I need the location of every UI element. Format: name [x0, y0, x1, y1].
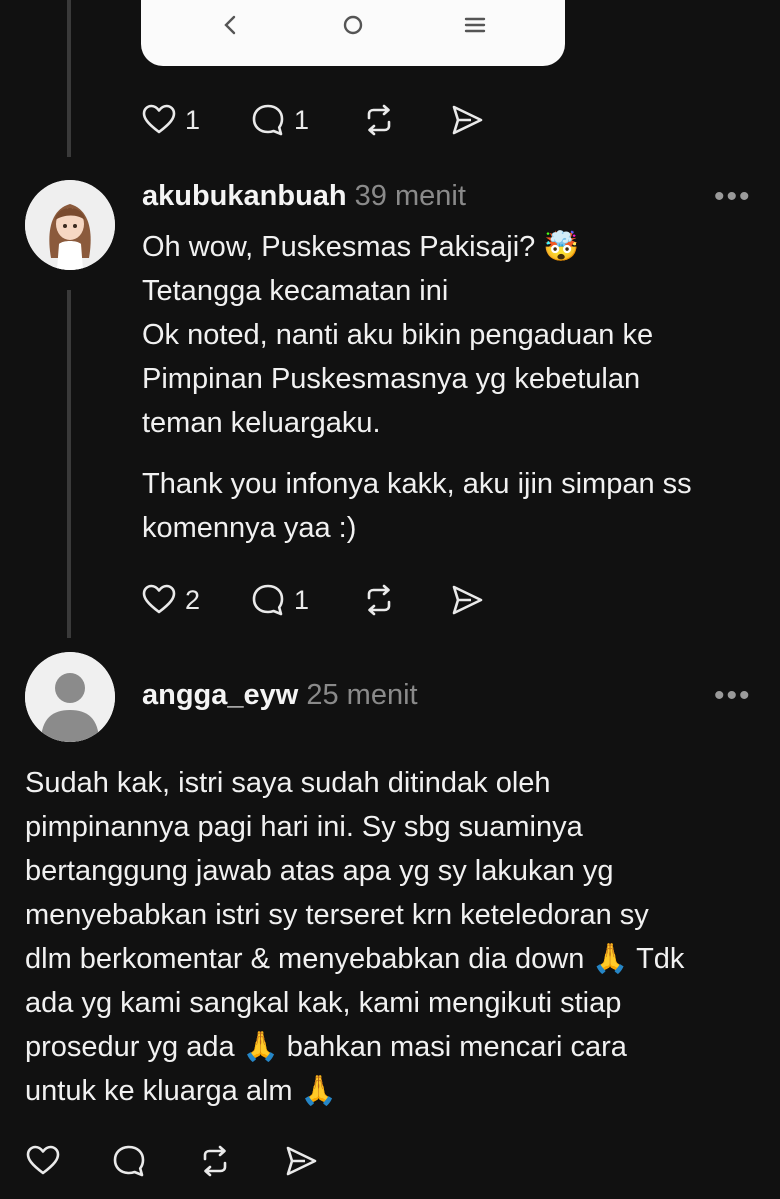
avatar[interactable]	[25, 180, 115, 270]
reply-count: 1	[294, 104, 310, 135]
action-bar: 1 1	[141, 102, 485, 138]
repost-icon	[203, 1145, 227, 1177]
embedded-screenshot[interactable]	[141, 0, 565, 66]
timestamp: 39 menit	[354, 180, 466, 212]
like-button[interactable]	[25, 1143, 61, 1179]
thread-line	[67, 290, 71, 638]
chevron-left-icon	[224, 15, 236, 35]
text-line: Oh wow, Puskesmas Pakisaji? 🤯	[142, 231, 580, 263]
text-line: Sudah kak, istri saya sudah ditindak ole…	[25, 767, 551, 799]
share-button[interactable]	[283, 1143, 319, 1179]
text-line: teman keluargaku.	[142, 407, 381, 439]
comment-bubble-icon	[252, 104, 284, 136]
send-icon	[452, 585, 483, 615]
text-line: dlm berkomentar & menyebabkan dia down 🙏…	[25, 943, 685, 975]
repost-button[interactable]	[361, 582, 397, 618]
reply-header: angga_eyw 25 menit	[142, 679, 418, 712]
heart-icon	[142, 104, 176, 134]
reply-header: akubukanbuah 39 menit	[142, 180, 466, 213]
text-line: menyebabkan istri sy terseret krn ketele…	[25, 899, 649, 931]
text-line: untuk ke kluarga alm 🙏	[25, 1075, 337, 1107]
username[interactable]: akubukanbuah	[142, 180, 347, 213]
text-line: pimpinannya pagi hari ini. Sy sbg suamin…	[25, 811, 583, 843]
reply-paragraph: Thank you infonya kakk, aku ijin simpan …	[142, 462, 762, 550]
action-bar: 2 1	[141, 582, 485, 618]
like-count: 2	[185, 584, 201, 615]
timestamp: 25 menit	[306, 679, 418, 711]
reply-body: Sudah kak, istri saya sudah ditindak ole…	[25, 761, 765, 1113]
text-line: ada yg kami sangkal kak, kami mengikuti …	[25, 987, 622, 1019]
reply-button[interactable]: 1	[250, 582, 309, 618]
reply-count: 1	[294, 584, 310, 615]
like-count: 1	[185, 104, 201, 135]
more-options-icon[interactable]: •••	[714, 679, 752, 713]
send-icon	[452, 105, 483, 135]
reply-button[interactable]	[111, 1143, 147, 1179]
repost-button[interactable]	[197, 1143, 233, 1179]
heart-icon	[26, 1145, 60, 1175]
avatar[interactable]	[25, 652, 115, 742]
action-bar	[25, 1143, 319, 1179]
text-line: prosedur yg ada 🙏 bahkan masi mencari ca…	[25, 1031, 627, 1063]
repost-button[interactable]	[361, 102, 397, 138]
text-line: Tetangga kecamatan ini	[142, 275, 449, 307]
text-line: Thank you infonya kakk, aku ijin simpan …	[142, 468, 692, 500]
text-line: komennya yaa :)	[142, 512, 357, 544]
avatar-girl-image	[25, 180, 115, 270]
repost-icon	[367, 104, 391, 136]
reply-body: Oh wow, Puskesmas Pakisaji? 🤯 Tetangga k…	[142, 225, 762, 550]
username[interactable]: angga_eyw	[142, 679, 298, 712]
default-user-icon	[25, 652, 115, 742]
text-line: bertanggung jawab atas apa yg sy lakukan…	[25, 855, 614, 887]
thread-line	[67, 0, 71, 157]
more-options-icon[interactable]: •••	[714, 180, 752, 214]
reply-paragraph: Oh wow, Puskesmas Pakisaji? 🤯 Tetangga k…	[142, 225, 762, 445]
text-line: Ok noted, nanti aku bikin pengaduan ke	[142, 319, 654, 351]
share-button[interactable]	[449, 582, 485, 618]
share-button[interactable]	[449, 102, 485, 138]
like-button[interactable]: 2	[141, 582, 200, 618]
menu-lines-icon	[464, 17, 486, 33]
repost-icon	[367, 584, 391, 616]
comment-bubble-icon	[252, 584, 284, 616]
heart-icon	[142, 584, 176, 614]
comment-bubble-icon	[113, 1145, 145, 1177]
send-icon	[286, 1146, 317, 1176]
circle-home-icon	[343, 15, 363, 35]
text-line: Pimpinan Puskesmasnya yg kebetulan	[142, 363, 641, 395]
like-button[interactable]: 1	[141, 102, 200, 138]
reply-button[interactable]: 1	[250, 102, 309, 138]
